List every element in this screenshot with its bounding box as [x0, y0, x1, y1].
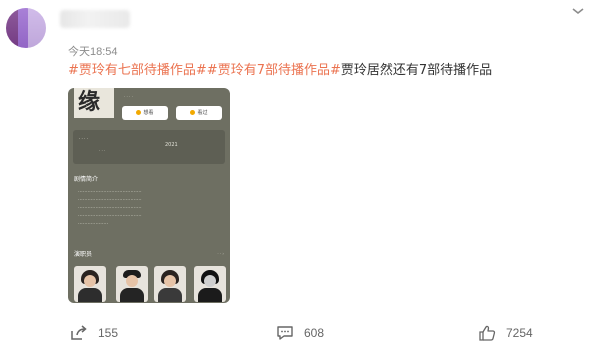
intro-section-title: 剧情简介: [74, 176, 99, 183]
username-blurred[interactable]: [60, 10, 130, 28]
info-box: · · · · · · · 2021: [73, 130, 225, 164]
comment-count: 608: [304, 326, 325, 340]
share-icon: [71, 325, 87, 340]
attached-image[interactable]: 缘 · · · · 想看 看过 · · · · · · · 2021 剧情简介 …: [68, 88, 230, 303]
like-count: 7254: [506, 326, 533, 340]
avatar[interactable]: [6, 8, 46, 48]
intro-text-blurred: ········································…: [78, 189, 142, 227]
like-button[interactable]: 7254: [478, 323, 533, 343]
watched-button: 看过: [176, 106, 222, 120]
cast-photo: [194, 266, 226, 302]
info-year: 2021: [165, 142, 178, 148]
cast-section-title: 演职员: [74, 251, 93, 258]
repost-button[interactable]: 155: [70, 323, 118, 343]
weibo-post: 今天18:54 #贾玲有七部待播作品##贾玲有7部待播作品#贾玲居然还有7部待播…: [0, 0, 600, 353]
poster-glyph: 缘: [78, 89, 101, 115]
hashtag-link[interactable]: #贾玲有七部待播作品#: [68, 63, 207, 78]
want-to-watch-button: 想看: [122, 106, 168, 120]
info-sub: · · ·: [99, 148, 106, 153]
repost-count: 155: [98, 326, 119, 340]
info-label: · · · ·: [79, 136, 88, 141]
poster-caption: · · · ·: [124, 94, 133, 99]
post-content: #贾玲有七部待播作品##贾玲有7部待播作品#贾玲居然还有7部待播作品: [68, 62, 492, 80]
hashtag-link[interactable]: #贾玲有7部待播作品#: [207, 63, 341, 78]
cast-more: · · ›: [217, 251, 224, 256]
cast-photo: [154, 266, 186, 302]
chevron-down-icon[interactable]: [568, 4, 588, 20]
cast-photo: [116, 266, 148, 302]
post-text: 贾玲居然还有7部待播作品: [340, 63, 493, 78]
like-icon: [479, 325, 496, 341]
comment-icon: [277, 326, 293, 340]
poster-thumbnail: 缘: [74, 88, 114, 118]
comment-button[interactable]: 608: [276, 323, 324, 343]
post-time: 今天18:54: [68, 46, 118, 58]
cast-photo: [74, 266, 106, 302]
